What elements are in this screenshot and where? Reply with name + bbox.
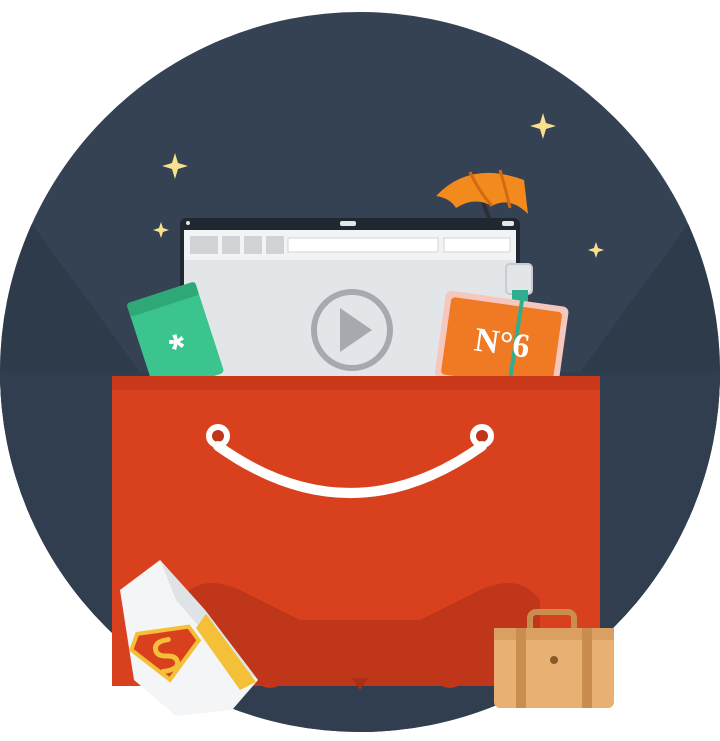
shopping-illustration: * N°6 — [0, 0, 720, 741]
illustration-canvas: * N°6 — [0, 12, 720, 732]
perfume-label: N°6 — [472, 321, 532, 365]
